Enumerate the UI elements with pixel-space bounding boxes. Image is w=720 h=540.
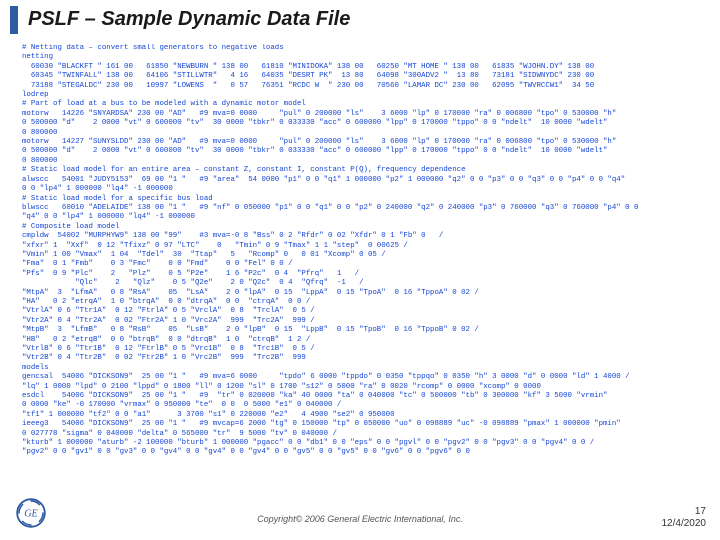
code-block: # Netting data – convert small generator… — [22, 44, 702, 500]
page-info: 17 12/4/2020 — [662, 506, 707, 530]
page-title: PSLF – Sample Dynamic Data File — [28, 8, 350, 31]
page-number: 17 — [662, 506, 707, 518]
slide: PSLF – Sample Dynamic Data File # Nettin… — [0, 0, 720, 540]
title-stripe — [10, 6, 18, 34]
copyright-text: Copyright© 2006 General Electric Interna… — [0, 514, 720, 524]
svg-text:GE: GE — [24, 509, 38, 520]
title-bar: PSLF – Sample Dynamic Data File — [10, 0, 720, 38]
ge-logo-icon: GE — [16, 498, 46, 528]
footer: GE Copyright© 2006 General Electric Inte… — [0, 508, 720, 534]
page-date: 12/4/2020 — [662, 518, 707, 530]
